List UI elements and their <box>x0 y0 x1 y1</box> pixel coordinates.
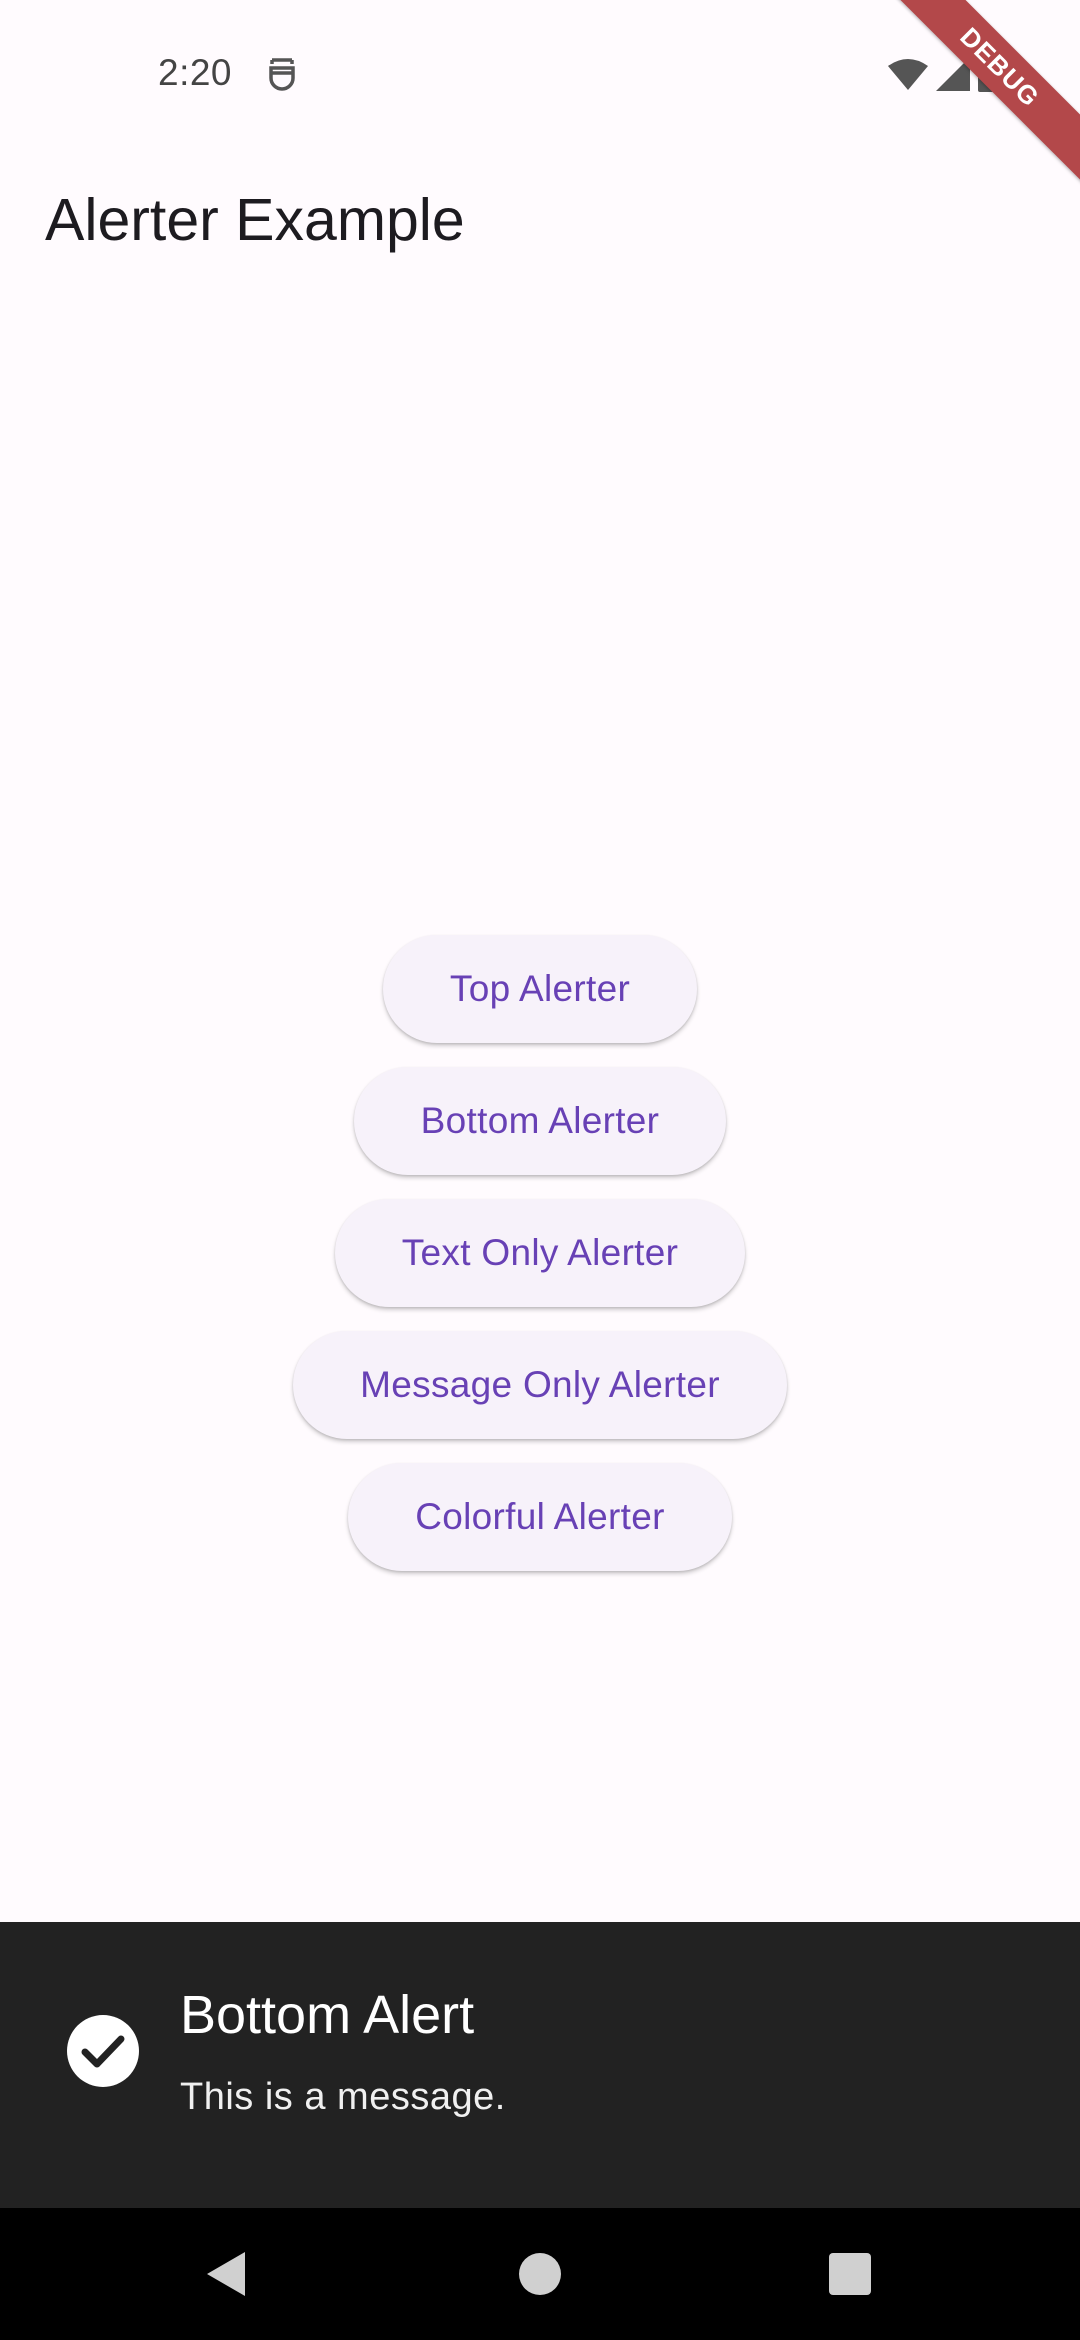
top-alerter-button[interactable]: Top Alerter <box>382 935 698 1043</box>
app-bar: Alerter Example <box>0 150 1080 290</box>
bottom-alert[interactable] <box>0 1922 1080 2208</box>
signal-icon <box>936 56 970 96</box>
page-title: Alerter Example <box>45 187 465 253</box>
app-screen: 2:20 DEBUG Alerter Example Top Alerter B… <box>0 0 1080 2340</box>
app-notification-icon <box>266 56 298 94</box>
home-icon[interactable] <box>510 2244 570 2304</box>
alerter-button-list: Top Alerter Bottom Alerter Text Only Ale… <box>0 935 1080 1595</box>
navigation-bar <box>0 2208 1080 2340</box>
recents-icon[interactable] <box>820 2244 880 2304</box>
message-only-alerter-button[interactable]: Message Only Alerter <box>293 1331 787 1439</box>
check-circle-icon <box>67 2015 139 2087</box>
back-icon[interactable] <box>197 2244 257 2304</box>
alert-title: Bottom Alert <box>180 1985 475 2045</box>
bottom-alerter-button[interactable]: Bottom Alerter <box>353 1067 727 1175</box>
status-right-icons <box>888 55 1000 97</box>
text-only-alerter-button[interactable]: Text Only Alerter <box>334 1199 746 1307</box>
alert-message: This is a message. <box>180 2076 506 2118</box>
battery-icon <box>978 55 1000 97</box>
colorful-alerter-button[interactable]: Colorful Alerter <box>348 1463 732 1571</box>
status-time: 2:20 <box>158 52 233 93</box>
wifi-icon <box>888 58 928 95</box>
status-bar: 2:20 <box>0 0 1080 150</box>
